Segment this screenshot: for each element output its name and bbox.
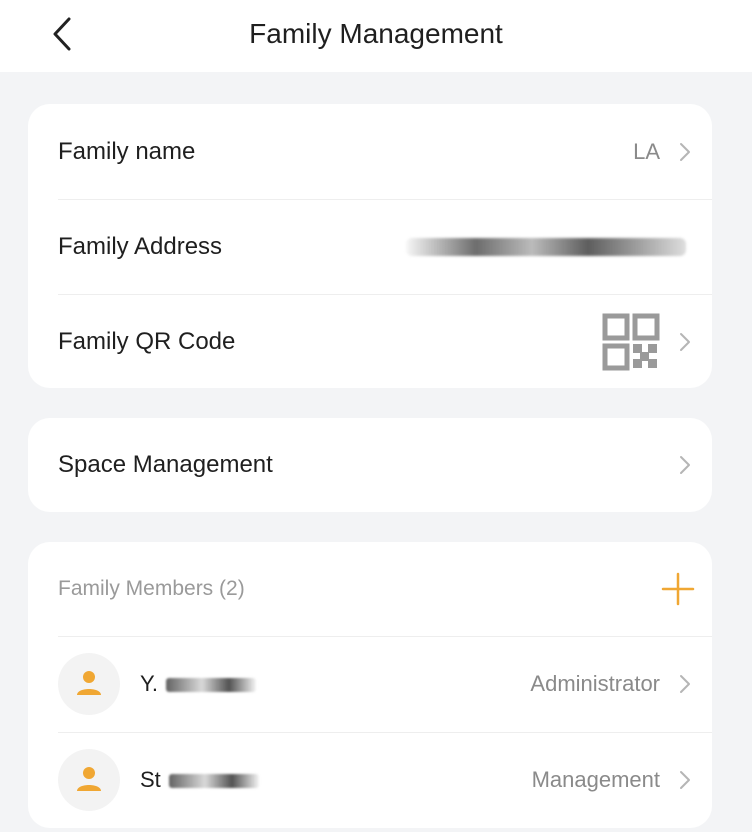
chevron-right-icon (674, 454, 696, 476)
member-name: Y. (140, 671, 256, 697)
member-role: Administrator (530, 671, 660, 696)
family-name-row[interactable]: Family name LA (28, 104, 712, 199)
family-info-card: Family name LA Family Address Family QR … (28, 104, 712, 388)
space-management-label: Space Management (58, 451, 273, 478)
family-members-header: Family Members (2) (28, 542, 712, 636)
member-name: St (140, 767, 259, 793)
member-name-redacted (168, 774, 259, 789)
top-bar: Family Management (0, 0, 752, 72)
space-management-row[interactable]: Space Management (28, 418, 712, 512)
qr-code-icon (602, 313, 660, 370)
page-title: Family Management (249, 18, 503, 49)
member-name-redacted (165, 678, 256, 693)
family-address-label: Family Address (58, 232, 223, 260)
user-icon (77, 671, 101, 695)
add-member-button[interactable] (660, 571, 696, 607)
avatar (58, 749, 120, 811)
chevron-right-icon (674, 673, 696, 695)
family-name-label: Family name (58, 137, 196, 165)
member-row[interactable]: Y. Administrator (28, 636, 712, 732)
member-role: Management (531, 767, 660, 792)
user-icon (77, 767, 101, 791)
family-name-value: LA (633, 138, 660, 164)
chevron-right-icon (674, 141, 696, 163)
space-management-card: Space Management (28, 418, 712, 512)
family-members-card: Family Members (2) Y. Administrator St M… (28, 542, 712, 828)
plus-icon (661, 572, 695, 606)
family-members-title: Family Members (2) (58, 577, 245, 600)
chevron-right-icon (674, 331, 696, 353)
family-address-row[interactable]: Family Address (28, 199, 712, 294)
family-address-redacted (406, 237, 686, 256)
chevron-right-icon (674, 769, 696, 791)
family-qr-label: Family QR Code (58, 327, 236, 355)
avatar (58, 653, 120, 715)
family-qr-row[interactable]: Family QR Code (28, 294, 712, 388)
member-row[interactable]: St Management (28, 732, 712, 828)
